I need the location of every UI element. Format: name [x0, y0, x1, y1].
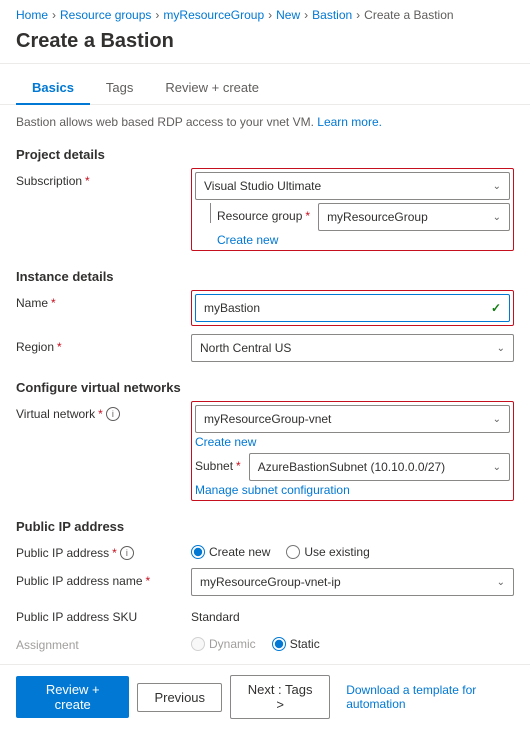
- instance-details-title: Instance details: [0, 259, 530, 290]
- public-ip-required: *: [112, 546, 117, 560]
- page-title: Create a Bastion: [0, 26, 530, 63]
- subnet-control: AzureBastionSubnet (10.10.0.0/27) ⌄: [249, 453, 510, 481]
- public-ip-label: Public IP address * i: [16, 540, 191, 560]
- subscription-chevron-icon: ⌄: [493, 181, 501, 192]
- create-new-vnet[interactable]: Create new: [195, 433, 510, 449]
- name-input[interactable]: myBastion ✓: [195, 294, 510, 322]
- tab-review-create[interactable]: Review + create: [149, 72, 275, 105]
- subscription-row: Subscription * Visual Studio Ultimate ⌄ …: [16, 168, 514, 251]
- resource-group-select[interactable]: myResourceGroup ⌄: [318, 203, 510, 231]
- subscription-select[interactable]: Visual Studio Ultimate ⌄: [195, 172, 510, 200]
- public-ip-use-existing-radio[interactable]: [286, 545, 300, 559]
- subscription-label: Subscription *: [16, 168, 191, 188]
- vnet-select[interactable]: myResourceGroup-vnet ⌄: [195, 405, 510, 433]
- public-ip-sku-value: Standard: [191, 604, 514, 624]
- public-ip-name-control: myResourceGroup-vnet-ip ⌄: [191, 568, 514, 596]
- assignment-control: Dynamic Static: [191, 632, 514, 651]
- description: Bastion allows web based RDP access to y…: [0, 105, 530, 137]
- region-control: North Central US ⌄: [191, 334, 514, 362]
- public-ip-use-existing[interactable]: Use existing: [286, 545, 369, 559]
- tab-tags[interactable]: Tags: [90, 72, 149, 105]
- public-ip-row: Public IP address * i Create new Use exi…: [16, 540, 514, 560]
- public-ip-create-new[interactable]: Create new: [191, 545, 270, 559]
- assignment-dynamic-radio: [191, 637, 205, 651]
- name-row: Name * myBastion ✓: [16, 290, 514, 326]
- create-new-resource-group[interactable]: Create new: [195, 231, 510, 247]
- breadcrumb-bastion[interactable]: Bastion: [312, 8, 352, 22]
- public-ip-name-chevron-icon: ⌄: [497, 577, 505, 588]
- breadcrumb-new[interactable]: New: [276, 8, 300, 22]
- public-ip-title: Public IP address: [0, 509, 530, 540]
- resource-group-label: Resource group *: [217, 203, 318, 223]
- public-ip-name-select[interactable]: myResourceGroup-vnet-ip ⌄: [191, 568, 514, 596]
- subscription-control: Visual Studio Ultimate ⌄ Resource group …: [191, 168, 514, 251]
- subscription-required: *: [85, 174, 90, 188]
- resource-group-control: myResourceGroup ⌄: [318, 203, 510, 231]
- public-ip-name-required: *: [146, 574, 151, 588]
- region-row: Region * North Central US ⌄: [16, 334, 514, 362]
- assignment-radio-group: Dynamic Static: [191, 632, 514, 651]
- subnet-required: *: [236, 459, 241, 473]
- assignment-row: Assignment Dynamic Static: [16, 632, 514, 652]
- public-ip-info-icon[interactable]: i: [120, 546, 134, 560]
- vnet-row: Virtual network * i myResourceGroup-vnet…: [16, 401, 514, 501]
- resource-group-line: [195, 203, 211, 223]
- public-ip-sku-label: Public IP address SKU: [16, 604, 191, 624]
- region-select[interactable]: North Central US ⌄: [191, 334, 514, 362]
- review-create-button[interactable]: Review + create: [16, 676, 129, 718]
- manage-subnet-link[interactable]: Manage subnet configuration: [195, 481, 510, 497]
- vnet-form: Virtual network * i myResourceGroup-vnet…: [0, 401, 530, 501]
- instance-details-form: Name * myBastion ✓ Region * North Centra…: [0, 290, 530, 362]
- subnet-chevron-icon: ⌄: [493, 462, 501, 473]
- assignment-static[interactable]: Static: [272, 637, 320, 651]
- next-button[interactable]: Next : Tags >: [230, 675, 330, 719]
- name-control: myBastion ✓: [191, 290, 514, 326]
- public-ip-sku-control: Standard: [191, 604, 514, 624]
- public-ip-control: Create new Use existing: [191, 540, 514, 559]
- resource-group-chevron-icon: ⌄: [493, 212, 501, 223]
- subnet-row: Subnet * AzureBastionSubnet (10.10.0.0/2…: [195, 453, 510, 481]
- breadcrumb-home[interactable]: Home: [16, 8, 48, 22]
- subnet-select[interactable]: AzureBastionSubnet (10.10.0.0/27) ⌄: [249, 453, 510, 481]
- breadcrumb-my-resource-group[interactable]: myResourceGroup: [163, 8, 264, 22]
- public-ip-name-row: Public IP address name * myResourceGroup…: [16, 568, 514, 596]
- name-label: Name *: [16, 290, 191, 310]
- breadcrumb: Home › Resource groups › myResourceGroup…: [0, 0, 530, 26]
- subnet-field-group: Subnet * AzureBastionSubnet (10.10.0.0/2…: [195, 453, 510, 481]
- project-details-form: Subscription * Visual Studio Ultimate ⌄ …: [0, 168, 530, 251]
- previous-button[interactable]: Previous: [137, 683, 222, 712]
- vnet-control: myResourceGroup-vnet ⌄ Create new Subnet…: [191, 401, 514, 501]
- public-ip-form: Public IP address * i Create new Use exi…: [0, 540, 530, 652]
- vnet-chevron-icon: ⌄: [493, 414, 501, 425]
- assignment-label: Assignment: [16, 632, 191, 652]
- region-label: Region *: [16, 334, 191, 354]
- footer-actions: Review + create Previous Next : Tags > D…: [0, 665, 530, 729]
- resource-group-required: *: [305, 209, 310, 223]
- vnet-label: Virtual network * i: [16, 401, 191, 421]
- subnet-label: Subnet *: [195, 453, 249, 473]
- tab-basics[interactable]: Basics: [16, 72, 90, 105]
- public-ip-sku-row: Public IP address SKU Standard: [16, 604, 514, 624]
- vnet-title: Configure virtual networks: [0, 370, 530, 401]
- assignment-static-radio[interactable]: [272, 637, 286, 651]
- region-required: *: [57, 340, 62, 354]
- download-template-link[interactable]: Download a template for automation: [346, 683, 514, 711]
- vnet-required: *: [98, 407, 103, 421]
- name-valid-icon: ✓: [491, 301, 501, 315]
- vnet-info-icon[interactable]: i: [106, 407, 120, 421]
- assignment-dynamic: Dynamic: [191, 637, 256, 651]
- region-chevron-icon: ⌄: [497, 343, 505, 354]
- public-ip-name-label: Public IP address name *: [16, 568, 191, 588]
- name-required: *: [51, 296, 56, 310]
- project-details-title: Project details: [0, 137, 530, 168]
- public-ip-radio-group: Create new Use existing: [191, 540, 514, 559]
- learn-more-link[interactable]: Learn more.: [317, 115, 382, 129]
- resource-group-row: Resource group * myResourceGroup ⌄: [195, 203, 510, 231]
- breadcrumb-current: Create a Bastion: [364, 8, 453, 22]
- breadcrumb-resource-groups[interactable]: Resource groups: [60, 8, 151, 22]
- public-ip-create-new-radio[interactable]: [191, 545, 205, 559]
- tabs-container: Basics Tags Review + create: [0, 64, 530, 105]
